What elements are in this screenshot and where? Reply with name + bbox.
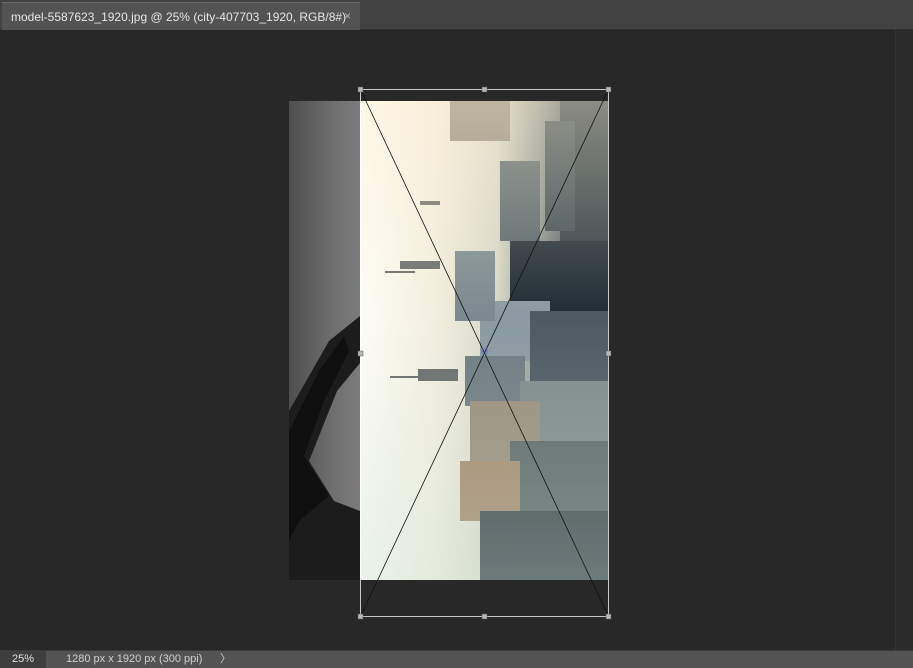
transform-handle-bottom[interactable] — [481, 613, 488, 620]
transform-handle-left[interactable] — [357, 350, 364, 357]
transform-handles — [357, 86, 612, 620]
chevron-right-icon[interactable]: 〉 — [220, 651, 231, 668]
transform-handle-right[interactable] — [605, 350, 612, 357]
status-bar: 25% 1280 px x 1920 px (300 ppi) 〉 — [0, 650, 913, 668]
transform-handle-top-right[interactable] — [605, 86, 612, 93]
zoom-level[interactable]: 25% — [0, 651, 46, 668]
transform-reference-point[interactable] — [481, 348, 488, 355]
transform-handle-top-left[interactable] — [357, 86, 364, 93]
transform-handle-top[interactable] — [481, 86, 488, 93]
photoshop-window: model-5587623_1920.jpg @ 25% (city-40770… — [0, 0, 913, 668]
transform-handle-bottom-left[interactable] — [357, 613, 364, 620]
document-info: 1280 px x 1920 px (300 ppi) — [66, 653, 203, 665]
transform-handle-bottom-right[interactable] — [605, 613, 612, 620]
